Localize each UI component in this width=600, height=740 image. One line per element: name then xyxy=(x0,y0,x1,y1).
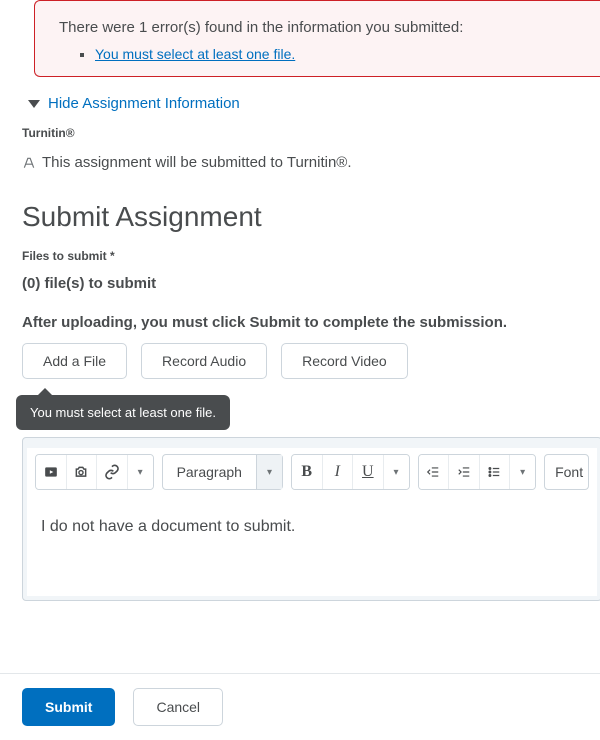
record-audio-button[interactable]: Record Audio xyxy=(141,343,267,379)
indent-button[interactable] xyxy=(449,455,480,489)
bold-button[interactable]: B xyxy=(292,455,323,489)
cancel-button[interactable]: Cancel xyxy=(133,688,223,726)
validation-tooltip: You must select at least one file. xyxy=(16,395,230,430)
format-group: B I U ▾ xyxy=(291,454,410,490)
insert-media-button[interactable] xyxy=(36,455,67,489)
error-link[interactable]: You must select at least one file. xyxy=(95,46,295,62)
hide-assignment-info-toggle[interactable]: Hide Assignment Information xyxy=(28,95,600,112)
error-item: You must select at least one file. xyxy=(95,46,576,62)
error-heading: There were 1 error(s) found in the infor… xyxy=(59,19,576,36)
insert-link-button[interactable] xyxy=(97,455,128,489)
list-group: ▾ xyxy=(418,454,537,490)
record-video-button[interactable]: Record Video xyxy=(281,343,408,379)
list-more-dropdown[interactable]: ▾ xyxy=(510,455,535,489)
footer-bar: Submit Cancel xyxy=(0,673,600,740)
files-count: (0) file(s) to submit xyxy=(22,275,600,292)
turnitin-notice-row: This assignment will be submitted to Tur… xyxy=(22,154,600,171)
add-a-file-button[interactable]: Add a File xyxy=(22,343,127,379)
outdent-button[interactable] xyxy=(419,455,450,489)
tooltip-wrap: You must select at least one file. xyxy=(16,387,600,427)
bullet-list-button[interactable] xyxy=(480,455,511,489)
insert-group: ▾ xyxy=(35,454,154,490)
font-family-label: Font Fa xyxy=(555,464,589,480)
upload-note: After uploading, you must click Submit t… xyxy=(22,314,600,331)
format-more-dropdown[interactable]: ▾ xyxy=(384,455,409,489)
editor-textarea[interactable]: I do not have a document to submit. xyxy=(27,496,597,596)
section-title: Submit Assignment xyxy=(22,201,600,233)
paragraph-style-label: Paragraph xyxy=(163,464,256,480)
turnitin-icon xyxy=(22,156,36,170)
insert-image-button[interactable] xyxy=(67,455,98,489)
error-panel: There were 1 error(s) found in the infor… xyxy=(34,0,600,77)
underline-button[interactable]: U xyxy=(353,455,384,489)
error-list: You must select at least one file. xyxy=(59,46,576,62)
turnitin-notice-text: This assignment will be submitted to Tur… xyxy=(42,154,352,171)
hide-assignment-info-label: Hide Assignment Information xyxy=(48,95,240,112)
chevron-down-icon: ▾ xyxy=(256,455,282,489)
insert-more-dropdown[interactable]: ▾ xyxy=(128,455,153,489)
file-buttons-row: Add a File Record Audio Record Video xyxy=(22,343,600,379)
editor-toolbar: ▾ Paragraph ▾ B I U ▾ ▾ Font Fa xyxy=(27,448,597,496)
paragraph-style-select[interactable]: Paragraph ▾ xyxy=(162,454,283,490)
rich-text-editor: ▾ Paragraph ▾ B I U ▾ ▾ Font Fa xyxy=(22,437,600,601)
italic-button[interactable]: I xyxy=(323,455,354,489)
files-to-submit-label: Files to submit * xyxy=(22,249,600,263)
turnitin-label: Turnitin® xyxy=(22,126,600,140)
font-family-select[interactable]: Font Fa xyxy=(544,454,589,490)
caret-down-icon xyxy=(28,100,40,108)
submit-button[interactable]: Submit xyxy=(22,688,115,726)
